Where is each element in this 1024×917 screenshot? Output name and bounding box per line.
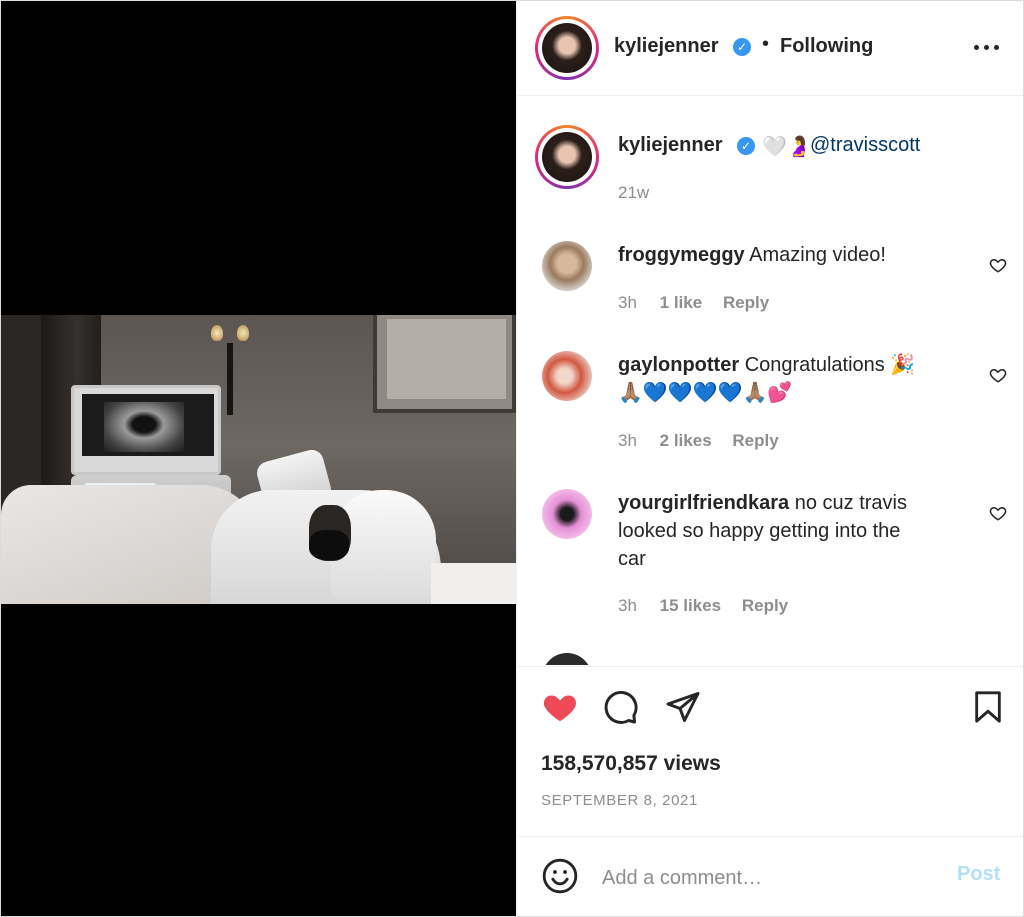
- reply-button[interactable]: Reply: [732, 431, 778, 450]
- comment-meta: 3h 2 likes Reply: [618, 431, 779, 451]
- separator-dot: •: [762, 33, 770, 55]
- comment-body: froggymeggy Amazing video!: [618, 241, 978, 269]
- comment-like-heart-icon[interactable]: [989, 504, 1007, 522]
- comment-body: gaylonpotter Congratulations 🎉 🙏🏽💙💙💙💙🙏🏽💕: [618, 351, 978, 407]
- paper-plane-icon[interactable]: [665, 689, 701, 725]
- comment-text-line2: looked so happy getting into the: [618, 520, 901, 542]
- smiley-icon[interactable]: [541, 857, 579, 895]
- verified-badge-icon: ✓: [737, 137, 755, 155]
- face-mask: [309, 530, 349, 560]
- comment-meta: 3h 15 likes Reply: [618, 596, 788, 616]
- comment-time[interactable]: 3h: [618, 293, 637, 312]
- comment-username[interactable]: yourgirlfriendkara: [618, 492, 789, 514]
- author-username[interactable]: kyliejenner: [614, 35, 719, 58]
- comment-text: Amazing video!: [749, 244, 886, 266]
- post-header: kyliejenner ✓ • Following: [517, 1, 1023, 96]
- view-count[interactable]: 158,570,857 views: [541, 752, 721, 776]
- verified-badge-icon: ✓: [733, 38, 751, 56]
- reply-button[interactable]: Reply: [723, 293, 769, 312]
- comment-text: no cuz travis: [794, 492, 907, 514]
- caption-avatar[interactable]: [535, 125, 599, 189]
- post-window: kyliejenner ✓ • Following kyliejenner ✓ …: [0, 0, 1024, 917]
- comment-text-line2: 🙏🏽💙💙💙💙🙏🏽💕: [618, 382, 793, 404]
- comment-avatar[interactable]: [542, 241, 592, 291]
- comment-likes[interactable]: 2 likes: [660, 431, 712, 450]
- comment-avatar[interactable]: [542, 351, 592, 401]
- reply-button[interactable]: Reply: [742, 596, 788, 615]
- video-frame[interactable]: [1, 315, 516, 604]
- comment-like-heart-icon[interactable]: [989, 366, 1007, 384]
- ultrasound-monitor: [71, 385, 221, 475]
- comment-likes[interactable]: 1 like: [660, 293, 703, 312]
- add-comment-bar: Post: [517, 836, 1023, 916]
- comment-text-line3: car: [618, 548, 646, 570]
- comment-bubble-icon[interactable]: [603, 689, 639, 725]
- comment-username[interactable]: gaylonpotter: [618, 354, 739, 376]
- wall-art: [373, 315, 516, 413]
- author-avatar[interactable]: [535, 16, 599, 80]
- caption-username[interactable]: kyliejenner: [618, 134, 723, 157]
- comment-time[interactable]: 3h: [618, 596, 637, 615]
- comment-likes[interactable]: 15 likes: [660, 596, 721, 615]
- post-comment-button[interactable]: Post: [957, 863, 1000, 886]
- comment-text: Congratulations 🎉: [744, 354, 916, 376]
- comment-avatar[interactable]: [542, 489, 592, 539]
- comment-username[interactable]: froggymeggy: [618, 244, 745, 266]
- comment-like-heart-icon[interactable]: [989, 256, 1007, 274]
- post-side-panel: kyliejenner ✓ • Following kyliejenner ✓ …: [516, 1, 1023, 916]
- bookmark-icon[interactable]: [971, 689, 1005, 725]
- caption-mention-link[interactable]: @travisscott: [810, 134, 920, 157]
- heart-filled-icon[interactable]: [541, 689, 579, 725]
- following-button[interactable]: Following: [780, 35, 873, 58]
- more-options-icon[interactable]: [974, 45, 1000, 51]
- comment-time[interactable]: 3h: [618, 431, 637, 450]
- comment-avatar[interactable]: [542, 653, 592, 665]
- caption-emoji: 🤍🤰: [762, 136, 812, 158]
- pillow: [431, 563, 516, 604]
- caption-time[interactable]: 21w: [618, 183, 649, 203]
- post-date[interactable]: SEPTEMBER 8, 2021: [541, 792, 698, 809]
- post-actions: 158,570,857 views SEPTEMBER 8, 2021: [517, 666, 1023, 836]
- post-media[interactable]: [1, 1, 516, 916]
- add-comment-input[interactable]: [602, 863, 932, 893]
- comment-body: yourgirlfriendkara no cuz travis looked …: [618, 489, 978, 573]
- comment-meta: 3h 1 like Reply: [618, 293, 769, 313]
- comments-list[interactable]: kyliejenner ✓ 🤍🤰 @travisscott 21w froggy…: [517, 97, 1023, 665]
